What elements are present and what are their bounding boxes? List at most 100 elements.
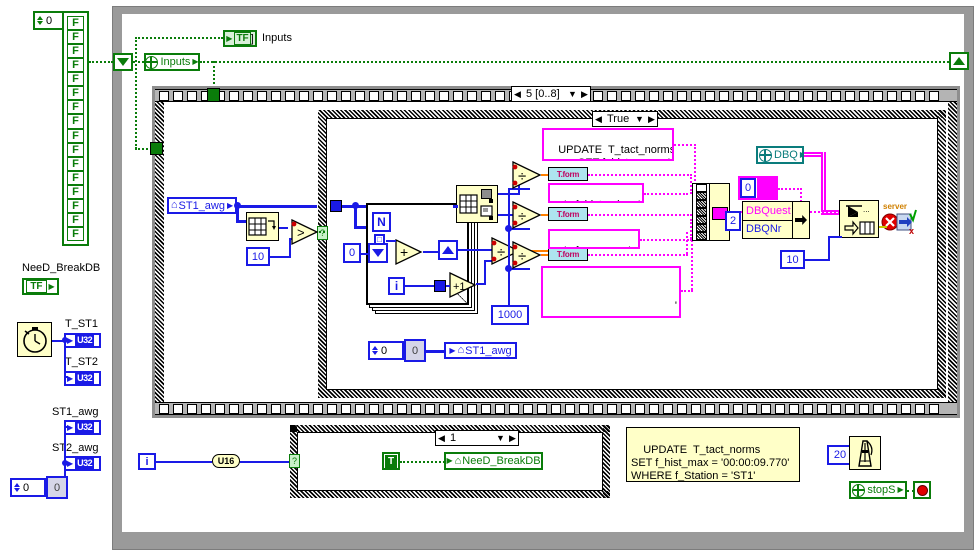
up-arrow-node[interactable]	[949, 52, 969, 70]
spinner-up-icon[interactable]	[371, 346, 378, 350]
const-1000[interactable]: 1000	[491, 305, 529, 325]
tform-node-3[interactable]: T.form	[548, 247, 588, 261]
boolean-array-cell[interactable]: F	[67, 184, 84, 199]
bottom-case-dropdown-icon[interactable]: ▼	[494, 431, 507, 445]
boolean-array-cell[interactable]: F	[67, 198, 84, 213]
shift-register-right[interactable]	[438, 240, 458, 260]
case-prev-button[interactable]: ◀	[593, 112, 604, 126]
t-st1-indicator[interactable]: ▶ U32	[64, 333, 101, 348]
boolean-array-cell[interactable]: F	[67, 100, 84, 115]
bottom-case-next-button[interactable]: ▶	[507, 431, 518, 445]
boolean-array-cell[interactable]: F	[67, 86, 84, 101]
boolean-array-cell[interactable]: F	[67, 16, 84, 31]
chevron-up-icon	[442, 246, 454, 254]
tf-terminal[interactable]: ▶ TF ]	[223, 30, 257, 47]
boolean-array-cell[interactable]: F	[67, 44, 84, 59]
case-dropdown-icon[interactable]: ▼	[633, 112, 646, 126]
true-constant[interactable]: T	[382, 452, 400, 470]
seq-square	[173, 90, 183, 101]
output-index-spinner[interactable]	[370, 343, 379, 358]
spinner-down-icon[interactable]	[36, 21, 43, 25]
metronome-icon[interactable]	[849, 436, 881, 470]
divide-node-2[interactable]: ÷	[511, 200, 543, 230]
bottom-case-selector-tunnel[interactable]: ?	[289, 454, 300, 468]
spinner-down-icon[interactable]	[13, 488, 20, 492]
bottom-case-prev-button[interactable]: ◀	[436, 431, 447, 445]
bottom-index-display[interactable]: 0	[10, 478, 46, 497]
output-grey-display[interactable]: 0	[404, 339, 426, 362]
const-10-left[interactable]: 10	[246, 247, 270, 266]
array-index-spinner[interactable]	[35, 13, 44, 28]
loop-output-tunnel[interactable]	[434, 280, 446, 292]
boolean-array-cell[interactable]: F	[67, 170, 84, 185]
tform-node-1[interactable]: T.form	[548, 167, 588, 181]
sequence-side-tunnel[interactable]	[150, 142, 163, 155]
st1-awg-output-terminal[interactable]: ▶ ⌂ ST1_awg	[444, 342, 517, 359]
greater-than-node[interactable]: >	[290, 218, 320, 246]
down-arrow-node[interactable]	[113, 53, 133, 71]
seq-dropdown-icon[interactable]: ▼	[566, 87, 579, 101]
clock-icon[interactable]	[17, 322, 52, 357]
st1-awg-indicator[interactable]: ▶ U32	[64, 420, 101, 435]
need-breakdb-terminal[interactable]: TF ▶	[22, 278, 59, 295]
boolean-array-cell[interactable]: F	[67, 58, 84, 73]
bottom-index-spinner[interactable]	[12, 480, 21, 495]
seq-square	[635, 403, 645, 414]
boolean-array-cell[interactable]: F	[67, 142, 84, 157]
case-bus-tunnel[interactable]	[330, 200, 342, 212]
const-0-shift[interactable]: 0	[343, 243, 361, 263]
loop-iterator-terminal[interactable]: i	[388, 277, 405, 295]
boolean-array-constant[interactable]: FFFFFFFFFFFFFFFF	[62, 11, 89, 246]
shift-register-left[interactable]	[368, 243, 388, 263]
dbquest-subvi[interactable]: DBQuest DBQNr	[742, 201, 810, 239]
boolean-array-cell[interactable]: F	[67, 72, 84, 87]
iterator-terminal[interactable]: i	[138, 453, 156, 470]
divide-node-3[interactable]: ÷	[511, 240, 543, 270]
output-subvi[interactable]: ...	[839, 200, 879, 238]
boolean-array-cell[interactable]: F	[67, 226, 84, 241]
boolean-array-cell[interactable]: F	[67, 156, 84, 171]
u16-conversion-node[interactable]: U16	[212, 454, 240, 468]
case-next-button[interactable]: ▶	[646, 112, 657, 126]
spinner-up-icon[interactable]	[13, 483, 20, 487]
seq-next-button[interactable]: ▶	[579, 87, 590, 101]
sequence-input-tunnel[interactable]	[207, 88, 220, 102]
loop-count-terminal[interactable]: N	[372, 212, 391, 232]
add-node[interactable]: +	[394, 238, 424, 266]
sequence-frame-selector[interactable]: ◀ 5 [0..8] ▼ ▶	[511, 86, 591, 102]
spinner-up-icon[interactable]	[36, 16, 43, 20]
case-selector[interactable]: ◀ True ▼ ▶	[592, 111, 658, 127]
st2-awg-indicator[interactable]: ▶ U32	[64, 456, 101, 471]
boolean-array-cell[interactable]: F	[67, 30, 84, 45]
boolean-array-cell[interactable]: F	[67, 128, 84, 143]
boolean-array-cell[interactable]: F	[67, 212, 84, 227]
inputs-global-node[interactable]: Inputs ▶	[144, 53, 200, 71]
bottom-case-selector[interactable]: ◀ 1 ▼ ▶	[435, 430, 519, 446]
server-error-icon[interactable]: server x	[880, 200, 918, 238]
sql-result-box[interactable]: UPDATE T_tact_norms SET f_hist_max = '00…	[626, 427, 800, 482]
boolean-array-cells: FFFFFFFFFFFFFFFF	[67, 16, 84, 241]
st1-awg-input-terminal[interactable]: ⌂ ST1_awg ▶	[167, 197, 237, 214]
divide-node-1[interactable]: ÷	[511, 160, 543, 190]
increment-node[interactable]: +1	[448, 271, 478, 299]
bottom-grey-display[interactable]: 0	[46, 476, 68, 499]
stop-led-icon[interactable]	[913, 481, 931, 499]
array-index-node-icon[interactable]	[246, 212, 279, 241]
const-2[interactable]: 2	[725, 211, 741, 231]
array-max-min-node[interactable]	[456, 185, 498, 223]
const-10-right[interactable]: 10	[780, 250, 805, 269]
tform-node-2[interactable]: T.form	[548, 207, 588, 221]
sql-hist-min-constant[interactable]: ', f_hist_min = '	[548, 183, 644, 203]
dbq-global-node[interactable]: DBQ ▶	[756, 146, 806, 164]
sql-norma-constant[interactable]: ', f_norma = '	[548, 229, 640, 249]
sql-update-header-constant[interactable]: UPDATE T_tact_norms SET f_hist_max = '	[542, 128, 674, 161]
t-st2-indicator[interactable]: ▶ U32	[64, 371, 101, 386]
boolean-array-cell[interactable]: F	[67, 114, 84, 129]
pink-array-constant[interactable]: 0	[738, 176, 778, 200]
spinner-down-icon[interactable]	[371, 351, 378, 355]
stops-global-node[interactable]: stopS ▶	[849, 481, 907, 499]
need-breakdb-output-terminal[interactable]: ▶ ⌂ NeeD_BreakDB	[444, 452, 543, 470]
output-index-display[interactable]: 0	[368, 341, 404, 360]
seq-prev-button[interactable]: ◀	[512, 87, 523, 101]
sql-where-constant[interactable]: ' WHERE f_Station = 'ST1'	[541, 266, 681, 318]
